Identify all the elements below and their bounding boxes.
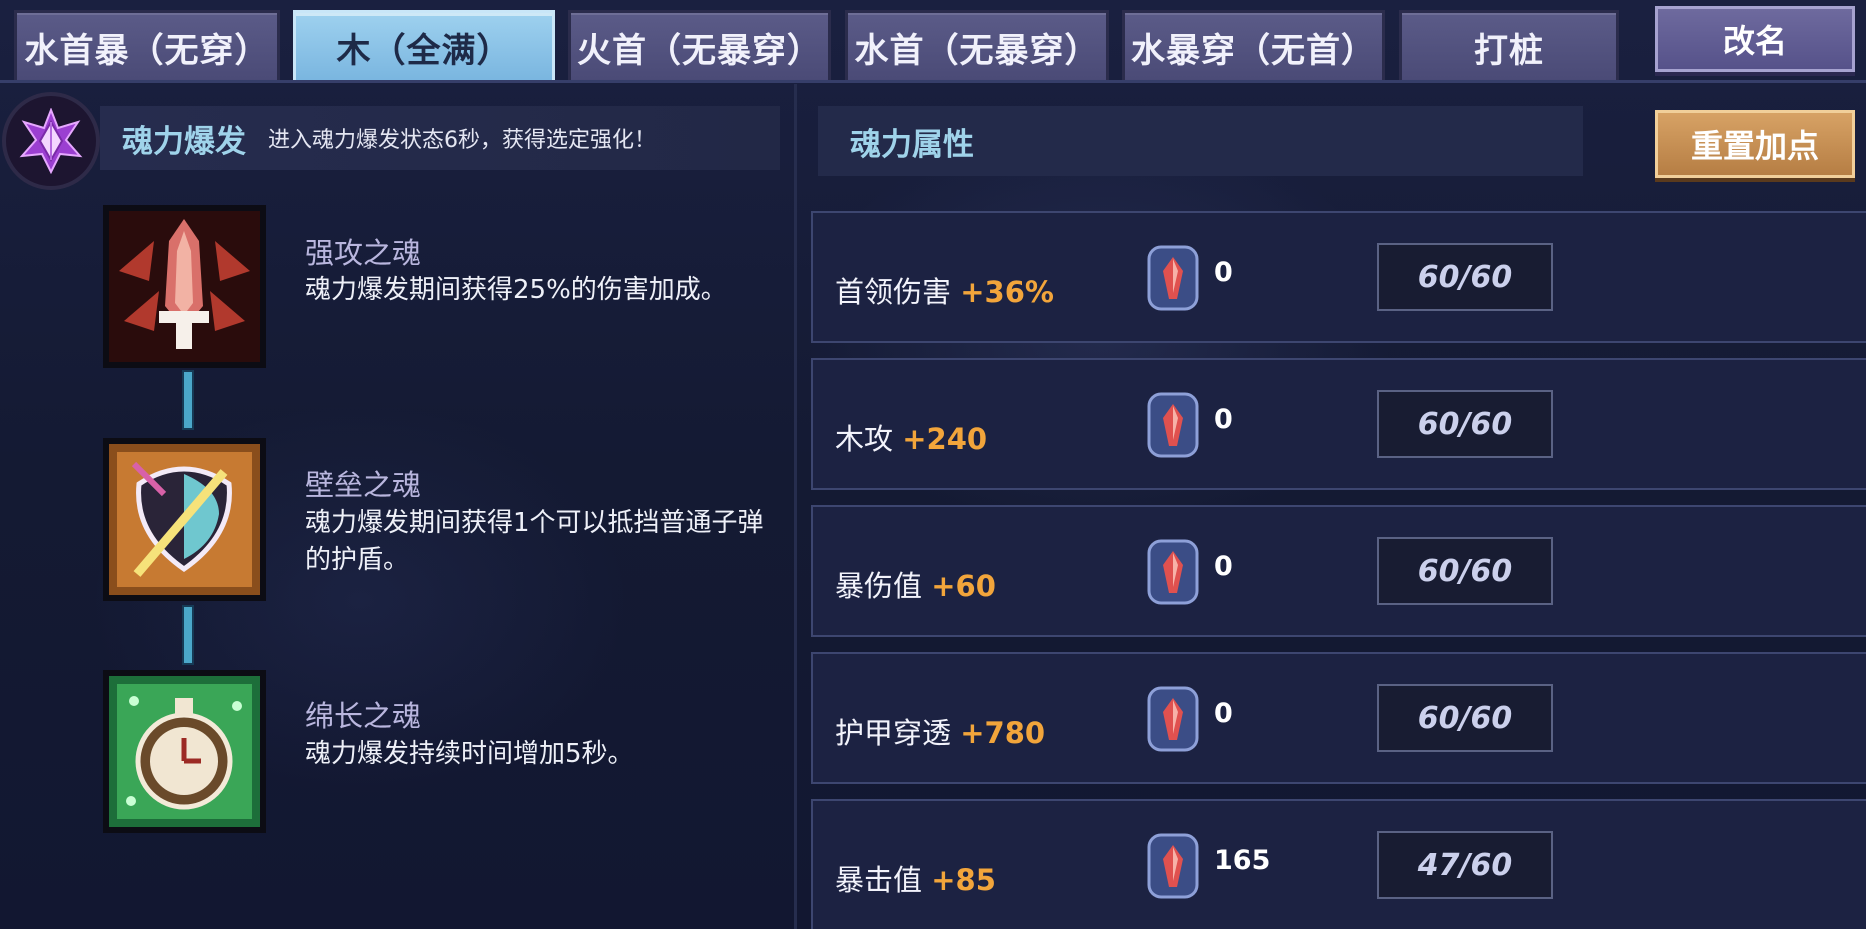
- attribute-name-wrap: 暴伤值 +60: [835, 563, 996, 605]
- attribute-name: 暴击值: [835, 863, 923, 897]
- tab-wood-full[interactable]: 木（全满）: [293, 10, 555, 82]
- reset-points-button[interactable]: 重置加点: [1655, 110, 1855, 178]
- attribute-name-wrap: 暴击值 +85: [835, 857, 996, 899]
- attribute-points: 0: [1214, 698, 1233, 729]
- skill-chain-link: [182, 605, 194, 665]
- tab-water-boss[interactable]: 水首（无暴穿）: [845, 10, 1109, 82]
- tab-water-crit[interactable]: 水首暴（无穿）: [14, 10, 280, 82]
- attribute-name: 护甲穿透: [835, 716, 952, 750]
- skill-title: 绵长之魂: [305, 699, 422, 733]
- attribute-name-wrap: 木攻 +240: [835, 416, 987, 458]
- attribute-level-box[interactable]: 47/60: [1377, 831, 1553, 899]
- soul-gem-icon: [1147, 539, 1199, 605]
- attribute-name: 首领伤害: [835, 275, 952, 309]
- soul-gem-icon: [1147, 245, 1199, 311]
- attribute-bonus: +36%: [960, 275, 1054, 309]
- soul-burst-header: 魂力爆发 进入魂力爆发状态6秒，获得选定强化！: [100, 106, 780, 170]
- red-flame-sword-icon[interactable]: [103, 205, 266, 368]
- skill-description: 魂力爆发期间获得25%的伤害加成。: [305, 275, 727, 305]
- attribute-row: 木攻 +240 0 60/60: [811, 358, 1866, 490]
- tab-divider: [0, 80, 1866, 83]
- attribute-row: 暴击值 +85 165 47/60: [811, 799, 1866, 929]
- attribute-bonus: +60: [931, 569, 996, 603]
- attribute-row: 护甲穿透 +780 0 60/60: [811, 652, 1866, 784]
- stopwatch-icon[interactable]: [103, 670, 266, 833]
- tab-fire-boss[interactable]: 火首（无暴穿）: [568, 10, 831, 82]
- attribute-row: 首领伤害 +36% 0 60/60: [811, 211, 1866, 343]
- attribute-bonus: +240: [902, 422, 988, 456]
- attribute-level-box[interactable]: 60/60: [1377, 684, 1553, 752]
- soul-burst-crystal-icon: [2, 92, 100, 190]
- soul-gem-icon: [1147, 833, 1199, 899]
- skill-chain-link: [182, 370, 194, 430]
- attribute-points: 0: [1214, 551, 1233, 582]
- skill-description: 魂力爆发持续时间增加5秒。: [305, 739, 634, 769]
- tab-water-crit-pen[interactable]: 水暴穿（无首）: [1122, 10, 1385, 82]
- attributes-title: 魂力属性: [850, 126, 974, 163]
- soul-gem-icon: [1147, 392, 1199, 458]
- attribute-name-wrap: 护甲穿透 +780: [835, 710, 1045, 752]
- attribute-level-box[interactable]: 60/60: [1377, 390, 1553, 458]
- attribute-bonus: +780: [960, 716, 1046, 750]
- attribute-name-wrap: 首领伤害 +36%: [835, 269, 1054, 311]
- attribute-level-box[interactable]: 60/60: [1377, 243, 1553, 311]
- attribute-name: 暴伤值: [835, 569, 923, 603]
- soul-gem-icon: [1147, 686, 1199, 752]
- attribute-name: 木攻: [835, 422, 894, 456]
- skill-title: 强攻之魂: [305, 236, 422, 270]
- panel-divider: [794, 84, 797, 929]
- soul-burst-title: 魂力爆发: [122, 123, 246, 160]
- attribute-level-box[interactable]: 60/60: [1377, 537, 1553, 605]
- attribute-points: 165: [1214, 845, 1271, 876]
- attribute-bonus: +85: [931, 863, 996, 897]
- tab-training-dummy[interactable]: 打桩: [1399, 10, 1619, 82]
- skill-description: 魂力爆发期间获得1个可以抵挡普通子弹的护盾。: [305, 508, 764, 575]
- attribute-row: 暴伤值 +60 0 60/60: [811, 505, 1866, 637]
- soul-burst-description: 进入魂力爆发状态6秒，获得选定强化！: [268, 128, 656, 153]
- rename-button[interactable]: 改名: [1655, 6, 1855, 72]
- shield-sword-icon[interactable]: [103, 438, 266, 601]
- attribute-points: 0: [1214, 257, 1233, 288]
- attributes-header: 魂力属性: [818, 106, 1583, 176]
- attribute-points: 0: [1214, 404, 1233, 435]
- skill-title: 壁垒之魂: [305, 468, 422, 502]
